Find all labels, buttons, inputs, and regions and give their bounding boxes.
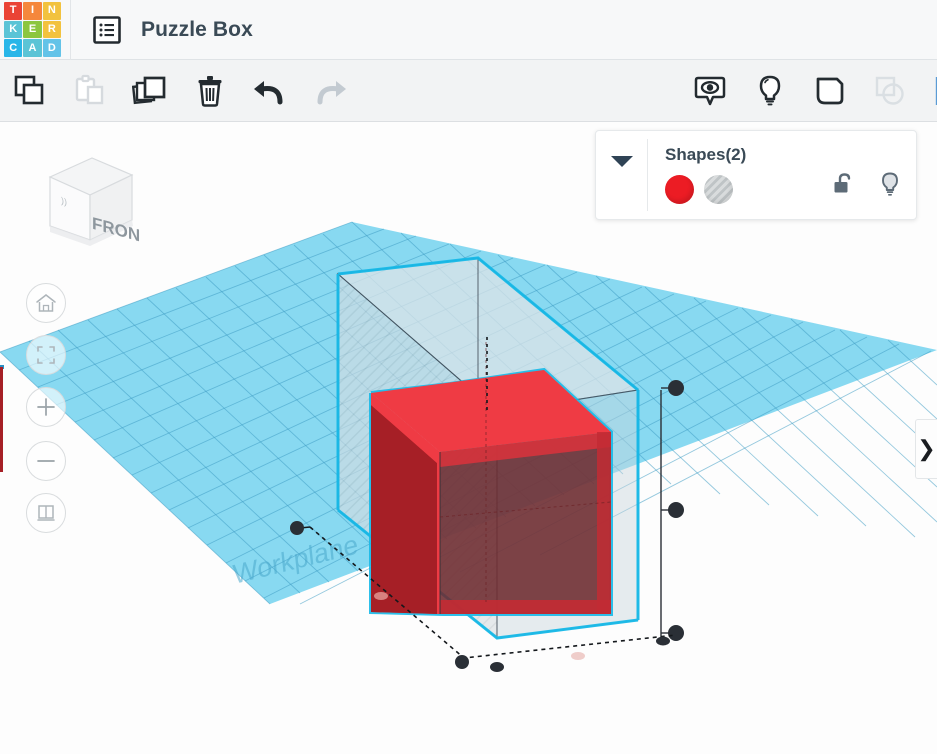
project-menu-button[interactable] bbox=[90, 13, 124, 47]
ungroup-shape-icon bbox=[875, 76, 904, 105]
minus-icon bbox=[37, 460, 55, 462]
shapes-panel-body: Shapes(2) bbox=[648, 131, 916, 219]
zoom-in-button[interactable] bbox=[26, 387, 66, 427]
logo-tile-c: C bbox=[4, 39, 23, 57]
logo-tile-a: A bbox=[23, 39, 42, 57]
group-shape-icon bbox=[816, 77, 844, 104]
main-toolbar bbox=[0, 60, 937, 122]
triangle-down-icon bbox=[610, 156, 633, 167]
redo-arrow-icon bbox=[317, 80, 346, 104]
ungroup-button[interactable] bbox=[860, 60, 920, 122]
handle-depth[interactable] bbox=[290, 521, 304, 535]
shapes-panel: Shapes(2) bbox=[595, 130, 917, 220]
document-title[interactable]: Puzzle Box bbox=[141, 18, 253, 42]
paste-button[interactable] bbox=[60, 60, 120, 122]
eye-bubble-icon bbox=[694, 76, 726, 105]
copy-icon bbox=[14, 75, 44, 104]
visibility-toggle-button[interactable] bbox=[877, 171, 903, 197]
handle-height-bottom[interactable] bbox=[668, 625, 684, 641]
zoom-out-button[interactable] bbox=[26, 441, 66, 481]
tinkercad-logo[interactable]: TIN KER CAD bbox=[4, 2, 61, 57]
app-header: TIN KER CAD Puzzle Box bbox=[0, 0, 937, 60]
logo-tile-n: N bbox=[42, 2, 61, 20]
show-hide-button[interactable] bbox=[680, 60, 740, 122]
handle-height-mid[interactable] bbox=[668, 502, 684, 518]
redo-button[interactable] bbox=[300, 60, 360, 122]
logo-tile-e: E bbox=[23, 20, 42, 39]
logo-tile-i: I bbox=[23, 2, 42, 20]
undo-button[interactable] bbox=[240, 60, 300, 122]
solid-color-swatch[interactable] bbox=[665, 175, 694, 204]
unlocked-padlock-icon bbox=[834, 173, 851, 193]
plus-icon bbox=[37, 398, 55, 416]
toolbar-group-view bbox=[680, 60, 800, 122]
shapes-panel-title: Shapes(2) bbox=[665, 145, 747, 164]
lightbulb-icon bbox=[759, 75, 781, 105]
handle-width[interactable] bbox=[455, 655, 469, 669]
handle-shadow-1 bbox=[374, 592, 388, 600]
view-cube[interactable]: FRONT )) bbox=[30, 150, 151, 255]
lock-toggle-button[interactable] bbox=[831, 171, 857, 197]
delete-button[interactable] bbox=[180, 60, 240, 122]
toolbar-group-align bbox=[920, 60, 937, 122]
logo-tile-k: K bbox=[4, 20, 23, 39]
lightbulb-icon bbox=[882, 172, 898, 196]
hole-swatch[interactable] bbox=[704, 175, 733, 204]
logo-tile-t: T bbox=[4, 2, 23, 20]
align-button[interactable] bbox=[920, 60, 937, 122]
logo-tile-d: D bbox=[42, 39, 61, 57]
shapes-panel-collapse-button[interactable] bbox=[596, 131, 647, 219]
copy-button[interactable] bbox=[0, 60, 60, 122]
align-icon bbox=[935, 76, 937, 105]
tinkercad-editor-window: TIN KER CAD Puzzle Box Workplane FRONT)) … bbox=[0, 0, 937, 754]
toolbar-group-history bbox=[240, 60, 360, 122]
trash-icon bbox=[198, 75, 222, 107]
fit-frame-icon bbox=[37, 346, 55, 364]
header-divider bbox=[70, 0, 71, 60]
projection-toggle-button[interactable] bbox=[26, 493, 66, 533]
group-button[interactable] bbox=[800, 60, 860, 122]
paste-icon bbox=[75, 74, 104, 104]
duplicate-button[interactable] bbox=[120, 60, 180, 122]
view-cube-icon: FRONT )) bbox=[48, 157, 151, 248]
chevron-right-icon: ❯ bbox=[917, 436, 936, 461]
toolbar-group-grouping bbox=[800, 60, 920, 122]
fit-to-view-button[interactable] bbox=[26, 335, 66, 375]
handle-corner[interactable] bbox=[490, 662, 504, 672]
logo-tile-r: R bbox=[42, 20, 61, 39]
home-icon bbox=[36, 294, 56, 312]
undo-arrow-icon bbox=[254, 80, 283, 104]
handle-shadow-2 bbox=[571, 652, 585, 660]
note-button[interactable] bbox=[740, 60, 800, 122]
list-menu-icon bbox=[93, 15, 121, 44]
home-view-button[interactable] bbox=[26, 283, 66, 323]
right-panel-toggle[interactable]: ❯ bbox=[915, 419, 937, 479]
handle-corner-2[interactable] bbox=[656, 636, 670, 646]
shapes-panel-actions bbox=[831, 171, 903, 197]
handle-height-top[interactable] bbox=[668, 380, 684, 396]
duplicate-icon bbox=[132, 76, 166, 104]
toolbar-group-clipboard bbox=[0, 60, 240, 122]
perspective-box-icon bbox=[37, 505, 55, 521]
